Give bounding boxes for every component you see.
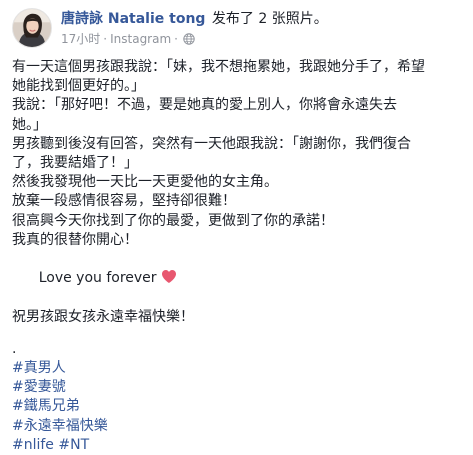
hashtag-line: #永遠幸福快樂 xyxy=(12,417,464,436)
hashtag-line: #鐵馬兄弟 xyxy=(12,397,464,416)
hashtag-link[interactable]: #鐵馬兄弟 xyxy=(12,398,80,414)
author-name-link[interactable]: 唐詩詠 Natalie tong xyxy=(61,11,205,27)
hashtag-line: #真男人 xyxy=(12,359,464,378)
post-action-text: 发布了 2 张照片。 xyxy=(211,11,328,27)
post-text-line: 放棄一段感情很容易，堅持卻很難！ xyxy=(12,193,236,210)
meta-separator: · xyxy=(174,32,178,46)
love-text: Love you forever xyxy=(38,270,157,287)
globe-icon[interactable] xyxy=(183,33,195,49)
post-body: 有一天這個男孩跟我說：「妹，我不想拖累她，我跟她分手了，希望 她能找到個更好的。… xyxy=(12,58,464,455)
hashtag-link[interactable]: #永遠幸福快樂 xyxy=(12,418,108,434)
post-source-link[interactable]: Instagram xyxy=(110,32,171,46)
hashtag-link[interactable]: #nlife xyxy=(12,437,54,453)
post-text-line: 我真的很替你開心！ xyxy=(12,231,138,248)
avatar[interactable] xyxy=(12,8,52,48)
blessing-line: 祝男孩跟女孩永遠幸福快樂！ xyxy=(12,308,194,325)
hashtag-link[interactable]: #NT xyxy=(58,437,89,453)
post-text-line: 她。」 xyxy=(12,116,47,133)
post-timestamp[interactable]: 17小时 xyxy=(61,32,100,46)
hashtag-line: #愛妻號 xyxy=(12,378,464,397)
hashtag-line: #nlife #NT xyxy=(12,436,464,455)
post-text-line: 很高興今天你找到了你的最愛，更做到了你的承諾！ xyxy=(12,212,334,229)
heart-icon xyxy=(161,269,177,284)
post-text-line: 有一天這個男孩跟我說：「妹，我不想拖累她，我跟她分手了，希望 xyxy=(12,59,425,75)
post-text-line: 她能找到個更好的。」 xyxy=(12,78,145,95)
hashtag-link[interactable]: #真男人 xyxy=(12,360,66,376)
post-meta: 17小时 · Instagram · xyxy=(61,31,195,49)
post-header: 唐詩詠 Natalie tong 发布了 2 张照片。 17小时 · Instagr… xyxy=(12,6,461,50)
post-text-line: 我說：「那好吧！不過，要是她真的愛上別人，你將會永遠失去 xyxy=(12,97,397,114)
love-line: Love you forever xyxy=(12,250,464,308)
profile-photo xyxy=(13,9,51,47)
post-text-line: 了，我要結婚了！」 xyxy=(12,155,138,172)
dot-line: . xyxy=(12,340,17,357)
hashtag-link[interactable]: #愛妻號 xyxy=(12,379,66,395)
facebook-post: 唐詩詠 Natalie tong 发布了 2 张照片。 17小时 · Instagr… xyxy=(0,0,473,453)
meta-separator: · xyxy=(103,32,108,46)
post-text-line: 男孩聽到後沒有回答，突然有一天他跟我說：「謝謝你，我們復合 xyxy=(12,135,411,152)
post-text-line: 然後我發現他一天比一天更愛他的女主角。 xyxy=(12,174,278,191)
author-line: 唐詩詠 Natalie tong 发布了 2 张照片。 xyxy=(61,10,328,28)
